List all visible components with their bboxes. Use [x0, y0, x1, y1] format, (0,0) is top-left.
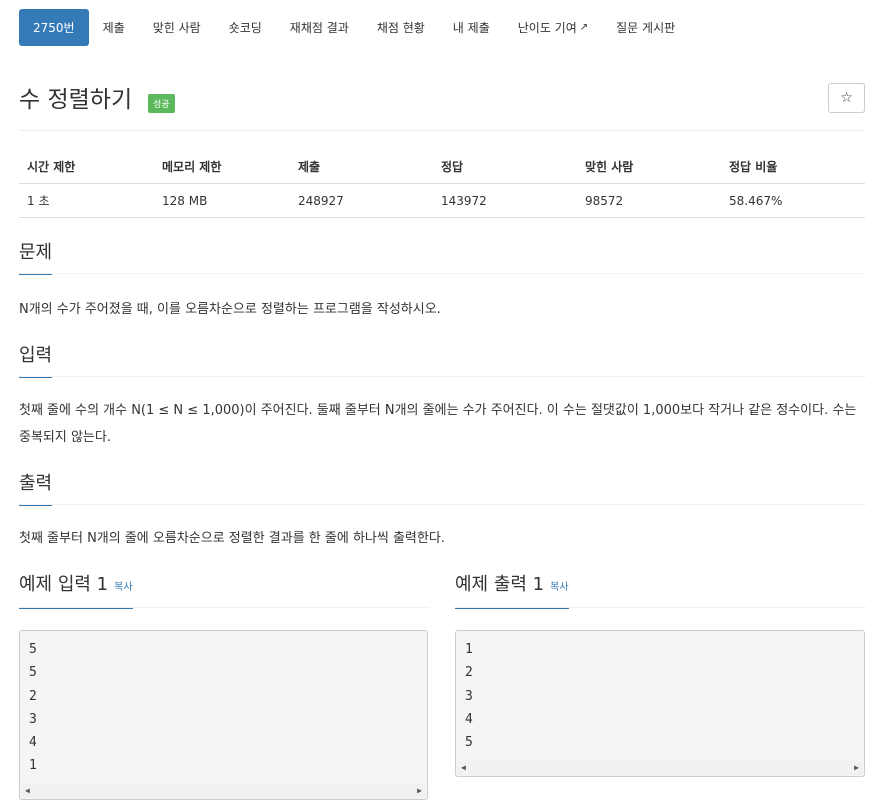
tab-label: 재채점 결과	[289, 21, 349, 35]
problem-title: 수 정렬하기	[19, 87, 133, 113]
sample-output-title: 예제 출력 1	[455, 574, 545, 595]
section-headline: 예제 입력 1 복사	[19, 572, 428, 609]
accept-ratio-value: 58.467%	[721, 183, 865, 218]
problem-info-table: 시간 제한 메모리 제한 제출 정답 맞힌 사람 정답 비율 1 초 128 M…	[19, 150, 865, 218]
sample-output-box[interactable]: 1 2 3 4 5 ◀ ▶	[455, 630, 865, 777]
tab-label: 질문 게시판	[616, 21, 676, 35]
tab-solved-users[interactable]: 맞힌 사람	[139, 9, 215, 46]
copy-button[interactable]: 복사	[114, 582, 132, 593]
submissions-value: 248927	[290, 183, 433, 218]
tab-label: 2750번	[33, 21, 75, 35]
section-headline: 출력	[19, 471, 865, 506]
tab-rejudge[interactable]: 재채점 결과	[276, 9, 363, 46]
memory-limit-value: 128 MB	[154, 183, 290, 218]
output-section: 출력 첫째 줄부터 N개의 줄에 오름차순으로 정렬한 결과를 한 줄에 하나씩…	[19, 471, 865, 552]
sample-input-section: 예제 입력 1 복사 5 5 2 3 4 1 ◀ ▶	[19, 572, 428, 800]
divider	[19, 130, 865, 131]
tab-label: 채점 현황	[376, 21, 425, 35]
header-accept-ratio: 정답 비율	[721, 150, 865, 184]
sample-output-section: 예제 출력 1 복사 1 2 3 4 5 ◀ ▶	[455, 572, 865, 777]
problem-tabs: 2750번 제출 맞힌 사람 숏코딩 재채점 결과 채점 현황 내 제출 난이도…	[19, 9, 689, 46]
horizontal-scrollbar[interactable]: ◀ ▶	[457, 761, 863, 775]
star-icon: ☆	[840, 90, 853, 106]
section-headline: 예제 출력 1 복사	[455, 572, 865, 609]
section-title: 문제	[19, 241, 53, 275]
accepted-value: 143972	[433, 183, 577, 218]
table-row: 1 초 128 MB 248927 143972 98572 58.467%	[19, 183, 865, 218]
solved-users-value: 98572	[577, 183, 721, 218]
time-limit-value: 1 초	[19, 183, 154, 218]
section-headline: 입력	[19, 343, 865, 378]
tab-label: 제출	[102, 21, 125, 35]
output-description: 첫째 줄부터 N개의 줄에 오름차순으로 정렬한 결과를 한 줄에 하나씩 출력…	[19, 531, 445, 546]
scroll-left-icon[interactable]: ◀	[25, 779, 30, 799]
tab-label: 내 제출	[452, 21, 490, 35]
copy-button[interactable]: 복사	[550, 582, 568, 593]
header-solved-users: 맞힌 사람	[577, 150, 721, 184]
sample-output-content: 1 2 3 4 5	[465, 642, 473, 751]
tab-label: 난이도 기여	[517, 21, 577, 35]
input-description: 첫째 줄에 수의 개수 N(1 ≤ N ≤ 1,000)이 주어진다. 둘째 줄…	[19, 403, 857, 445]
tab-short-coding[interactable]: 숏코딩	[215, 9, 276, 46]
scroll-left-icon[interactable]: ◀	[461, 756, 466, 776]
favorite-button[interactable]: ☆	[828, 83, 865, 113]
status-badge: 성공	[148, 94, 175, 113]
header-submissions: 제출	[290, 150, 433, 184]
problem-description: N개의 수가 주어졌을 때, 이를 오름차순으로 정렬하는 프로그램을 작성하시…	[19, 302, 441, 317]
tab-label: 숏코딩	[228, 21, 262, 35]
tab-status[interactable]: 채점 현황	[363, 9, 439, 46]
header-memory-limit: 메모리 제한	[154, 150, 290, 184]
problem-header: 수 정렬하기 성공 ☆	[19, 80, 865, 120]
header-time-limit: 시간 제한	[19, 150, 154, 184]
header-accepted: 정답	[433, 150, 577, 184]
section-title: 출력	[19, 472, 53, 506]
table-header-row: 시간 제한 메모리 제한 제출 정답 맞힌 사람 정답 비율	[19, 150, 865, 184]
tab-my-submissions[interactable]: 내 제출	[439, 9, 504, 46]
tab-submit[interactable]: 제출	[89, 9, 139, 46]
section-title: 입력	[19, 344, 53, 378]
section-headline: 문제	[19, 240, 865, 275]
tab-difficulty[interactable]: 난이도 기여 ↗	[504, 9, 602, 46]
section-title: 예제 입력 1 복사	[19, 573, 133, 609]
sample-input-content: 5 5 2 3 4 1	[29, 642, 37, 774]
section-title: 예제 출력 1 복사	[455, 573, 569, 609]
sample-input-title: 예제 입력 1	[19, 574, 109, 595]
external-link-icon: ↗	[579, 22, 589, 33]
tab-qna-board[interactable]: 질문 게시판	[602, 9, 689, 46]
scroll-right-icon[interactable]: ▶	[854, 756, 859, 776]
tab-label: 맞힌 사람	[152, 21, 201, 35]
sample-input-box[interactable]: 5 5 2 3 4 1 ◀ ▶	[19, 630, 428, 800]
tab-problem[interactable]: 2750번	[19, 9, 89, 46]
input-section: 입력 첫째 줄에 수의 개수 N(1 ≤ N ≤ 1,000)이 주어진다. 둘…	[19, 343, 865, 451]
horizontal-scrollbar[interactable]: ◀ ▶	[21, 784, 426, 798]
problem-section: 문제 N개의 수가 주어졌을 때, 이를 오름차순으로 정렬하는 프로그램을 작…	[19, 240, 865, 323]
scroll-right-icon[interactable]: ▶	[417, 779, 422, 799]
